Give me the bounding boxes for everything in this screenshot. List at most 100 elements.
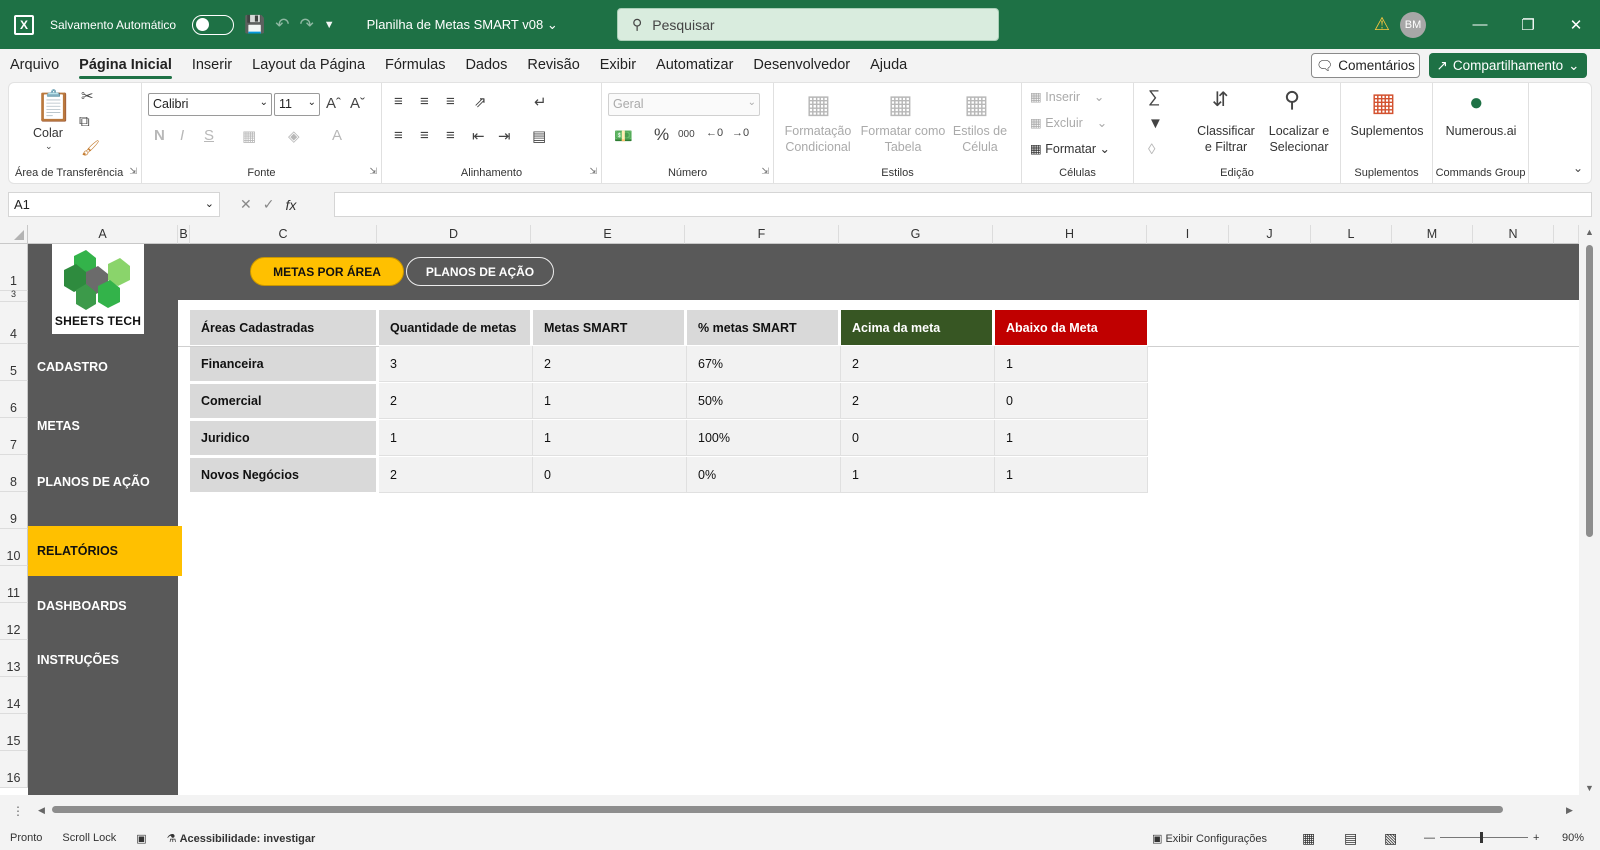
row-header-15[interactable]: 15 [0,714,28,751]
table-cell[interactable]: 1 [841,457,995,493]
table-cell[interactable]: 1 [533,383,687,419]
column-header-l[interactable]: L [1311,225,1392,244]
nav-planos-de-acao[interactable]: PLANOS DE AÇÃO [28,461,178,503]
column-header-b[interactable]: B [178,225,190,244]
table-cell[interactable]: 0 [995,383,1148,419]
clipboard-launcher-icon[interactable]: ⇲ [129,166,137,177]
conditional-format-button[interactable]: Formatação Condicional [778,123,858,155]
table-cell-area[interactable]: Comercial [190,384,376,418]
row-header-8[interactable]: 8 [0,455,28,492]
wrap-text-icon[interactable]: ↵ [534,93,547,111]
align-bottom-icon[interactable]: ≡ [446,93,455,110]
zoom-slider-thumb[interactable] [1480,832,1483,843]
row-header-4[interactable]: 4 [0,302,28,344]
nav-relatorios[interactable]: RELATÓRIOS [28,526,182,576]
redo-icon[interactable]: ↷ [300,15,314,35]
table-cell[interactable]: 100% [687,420,841,456]
ribbon-collapse-icon[interactable]: ⌄ [1573,161,1583,175]
table-cell[interactable]: 1 [995,457,1148,493]
accessibility-status[interactable]: ⚗ Acessibilidade: investigar [167,832,316,845]
bold-icon[interactable]: N [154,127,165,144]
merge-center-icon[interactable]: ▤ [532,127,546,145]
copy-icon[interactable]: ⧉ [79,113,90,130]
table-cell[interactable]: 50% [687,383,841,419]
column-header-n[interactable]: N [1473,225,1554,244]
comments-button[interactable]: 🗨 Comentários [1311,53,1420,78]
table-cell[interactable]: 1 [379,420,533,456]
addins-button[interactable]: Suplementos [1341,123,1433,139]
cell-styles-button[interactable]: Estilos de Célula [948,123,1012,155]
orientation-icon[interactable]: ⇗ [474,93,487,111]
row-header-10[interactable]: 10 [0,529,28,566]
column-header-a[interactable]: A [28,225,178,244]
paste-icon[interactable]: 📋 [35,89,72,124]
tab-metas-por-area[interactable]: METAS POR ÁREA [250,257,404,286]
percent-icon[interactable]: % [654,125,669,145]
insert-cells-button[interactable]: ▦ Inserir ⌄ [1030,89,1104,105]
macro-record-icon[interactable]: ▣ [136,832,146,845]
table-cell[interactable]: 0% [687,457,841,493]
nav-dashboards[interactable]: DASHBOARDS [28,585,178,627]
table-cell[interactable]: 2 [841,346,995,382]
table-cell[interactable]: 2 [379,457,533,493]
table-cell[interactable]: 1 [995,420,1148,456]
addins-icon[interactable]: ▦ [1371,87,1396,118]
tab-desenvolvedor[interactable]: Desenvolvedor [743,49,860,82]
zoom-level[interactable]: 90% [1562,832,1584,844]
column-header-f[interactable]: F [685,225,839,244]
column-header-e[interactable]: E [531,225,685,244]
zoom-in-icon[interactable]: + [1533,832,1539,844]
borders-icon[interactable]: ▦ [242,127,256,145]
clear-icon[interactable]: ◊ [1148,141,1155,158]
sort-filter-button[interactable]: Classificar e Filtrar [1188,123,1264,155]
align-middle-icon[interactable]: ≡ [420,93,429,110]
nav-instrucoes[interactable]: INSTRUÇÕES [28,639,178,681]
align-right-icon[interactable]: ≡ [446,127,455,144]
avatar[interactable]: BM [1400,11,1426,38]
number-launcher-icon[interactable]: ⇲ [761,166,769,177]
zoom-out-icon[interactable]: — [1424,832,1435,844]
tab-arquivo[interactable]: Arquivo [0,49,69,82]
normal-view-icon[interactable]: ▦ [1302,830,1315,847]
table-cell[interactable]: 2 [533,346,687,382]
save-icon[interactable]: 💾 [244,15,265,35]
conditional-format-icon[interactable]: ▦ [806,89,831,120]
enter-icon[interactable]: ✓ [263,196,275,213]
tab-pagina-inicial[interactable]: Página Inicial [69,49,182,82]
table-cell-area[interactable]: Financeira [190,347,376,381]
alignment-launcher-icon[interactable]: ⇲ [589,166,597,177]
nav-cadastro[interactable]: CADASTRO [28,346,178,388]
row-header-12[interactable]: 12 [0,603,28,640]
delete-cells-button[interactable]: ▦ Excluir ⌄ [1030,115,1107,131]
warning-icon[interactable]: ⚠ [1374,14,1390,35]
tab-ajuda[interactable]: Ajuda [860,49,917,82]
display-settings-button[interactable]: ▣ Exibir Configurações [1152,832,1267,845]
find-select-icon[interactable]: ⚲ [1284,87,1300,113]
row-header-7[interactable]: 7 [0,418,28,455]
italic-icon[interactable]: I [180,127,184,144]
font-name-select[interactable]: Calibri ⌄ [148,93,272,116]
cancel-icon[interactable]: ✕ [240,196,252,213]
column-header-j[interactable]: J [1229,225,1311,244]
tab-automatizar[interactable]: Automatizar [646,49,743,82]
number-format-select[interactable]: Geral ⌄ [608,93,760,116]
paste-button[interactable]: Colar [33,125,63,141]
align-left-icon[interactable]: ≡ [394,127,403,144]
fill-icon[interactable]: ▼ [1148,115,1163,132]
scroll-right-icon[interactable]: ▶ [1566,805,1573,816]
row-header-14[interactable]: 14 [0,677,28,714]
currency-icon[interactable]: 💵 [614,127,633,145]
undo-icon[interactable]: ↶ [275,15,289,35]
formula-input[interactable] [334,192,1592,217]
row-header-11[interactable]: 11 [0,566,28,603]
tab-inserir[interactable]: Inserir [182,49,242,82]
scroll-down-icon[interactable]: ▼ [1585,783,1594,793]
zoom-slider[interactable] [1440,837,1528,838]
font-size-select[interactable]: 11 ⌄ [274,93,320,116]
table-cell[interactable]: 1 [533,420,687,456]
column-header-g[interactable]: G [839,225,993,244]
horizontal-scroll-thumb[interactable] [52,806,1503,813]
tab-exibir[interactable]: Exibir [590,49,646,82]
format-painter-icon[interactable]: 🖌 [81,139,100,157]
paste-dropdown-icon[interactable]: ⌄ [45,141,53,152]
